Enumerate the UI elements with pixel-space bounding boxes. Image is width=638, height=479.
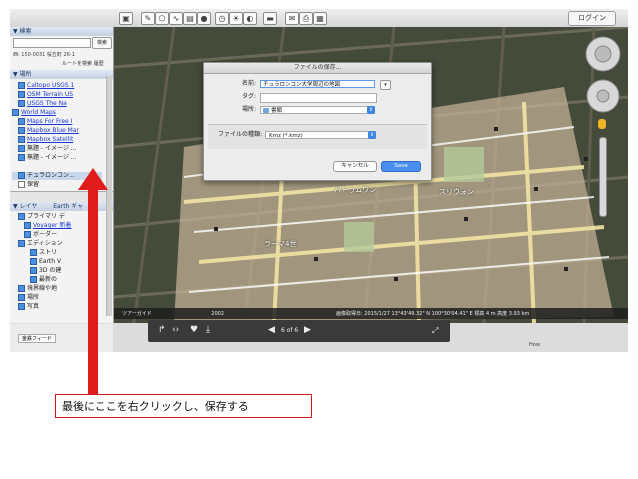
annotation-caption: 最後にここを右クリックし、保存する bbox=[55, 394, 312, 418]
annotation-arrow bbox=[78, 168, 108, 396]
